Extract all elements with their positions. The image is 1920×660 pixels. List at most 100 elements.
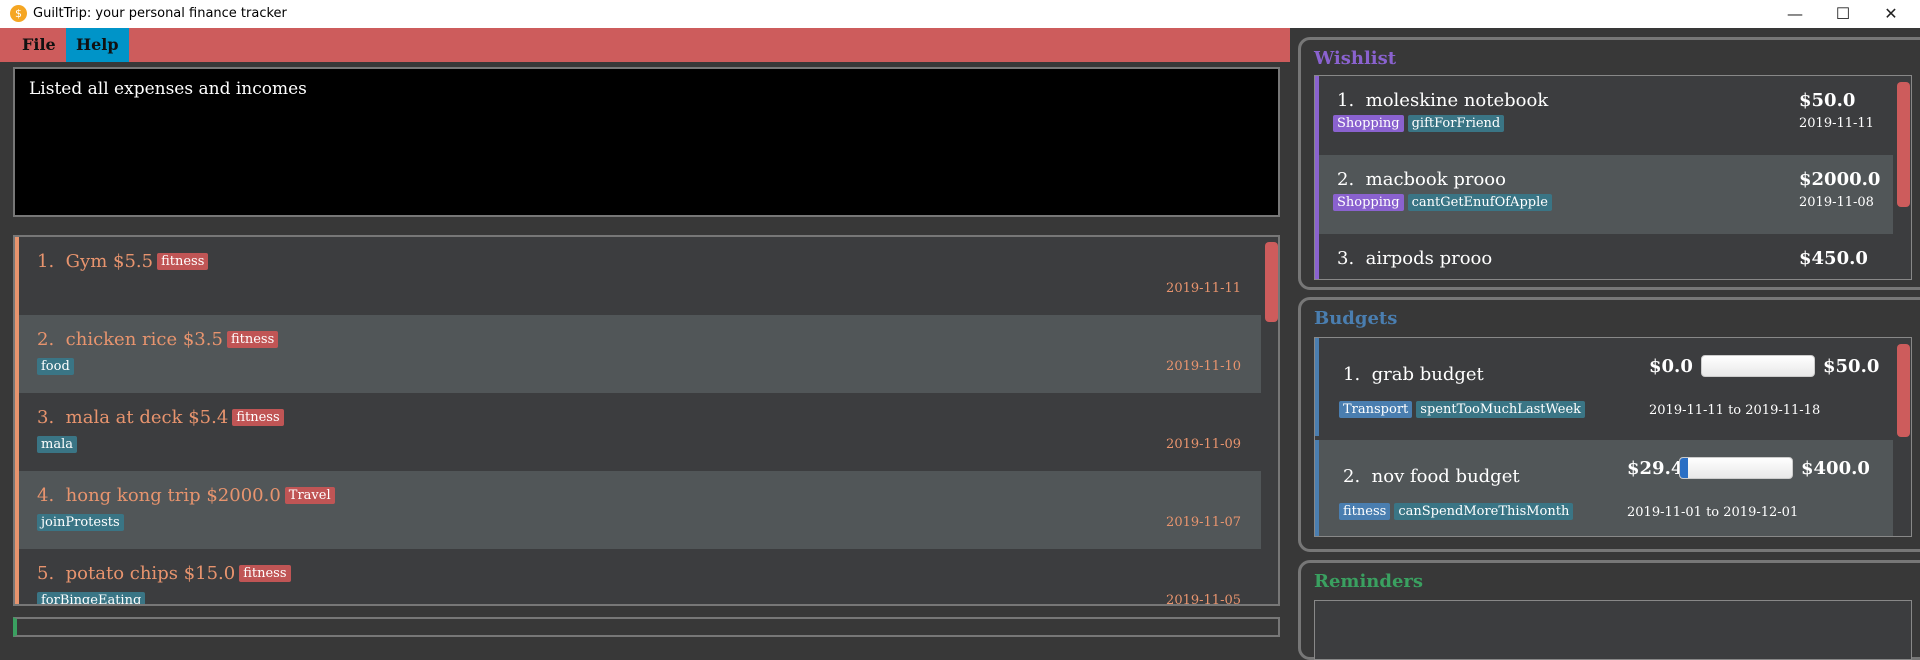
category-tag: fitness [226, 331, 279, 348]
category-tag: fitness [157, 253, 209, 270]
menu-bar: File Help [0, 28, 1290, 62]
entry-description: chicken rice [65, 329, 178, 350]
entry-tags: mala [33, 435, 77, 454]
entry-row[interactable]: 3. mala at deck $5.4 fitness mala 2019-11-0… [15, 393, 1261, 471]
wish-date: 2019-11-08 [1799, 195, 1874, 210]
budget-tags: fitness canSpendMoreThisMonth [1339, 502, 1574, 521]
tag-label: food [37, 358, 74, 375]
wish-amount: $450.0 [1799, 248, 1868, 269]
category-tag: fitness [239, 565, 291, 582]
wishlist-item[interactable]: 1. moleskine notebook $50.0 2019-11-11 Shop… [1315, 76, 1893, 155]
entry-list: 1. Gym $5.5 fitness 2019-11-11 2. chicken r… [13, 235, 1280, 606]
entry-row[interactable]: 5. potato chips $15.0 fitness forBingeEati… [15, 549, 1261, 606]
budget-index: 2. [1343, 466, 1361, 487]
wishlist-item[interactable]: 3. airpods prooo $450.0 [1315, 234, 1893, 279]
tag-label: joinProtests [37, 514, 124, 531]
budget-label: nov food budget [1371, 466, 1520, 487]
wish-name: 1. moleskine notebook [1337, 90, 1548, 111]
budget-name: 1. grab budget [1343, 364, 1484, 385]
entry-index: 1. [37, 251, 55, 272]
entry-heading: 3. mala at deck $5.4 fitness [37, 407, 284, 428]
maximize-button[interactable]: ☐ [1820, 2, 1866, 26]
budget-name: 2. nov food budget [1343, 466, 1520, 487]
wish-tags: Shopping giftForFriend [1333, 114, 1505, 133]
entry-tags: food [33, 357, 74, 376]
category-tag: Shopping [1333, 194, 1404, 211]
wish-label: moleskine notebook [1365, 90, 1549, 111]
entry-tags: joinProtests [33, 513, 124, 532]
menu-file[interactable]: File [12, 28, 66, 62]
category-tag: fitness [232, 409, 284, 426]
budget-item[interactable]: 1. grab budget $0.0 $50.0 Transport spentToo… [1315, 338, 1893, 436]
category-tag: fitness [1339, 503, 1391, 520]
budget-progress-fill [1680, 458, 1689, 478]
wish-amount: $50.0 [1799, 90, 1856, 111]
budget-spent: $29.4 [1627, 458, 1684, 479]
entry-date: 2019-11-05 [1166, 593, 1241, 606]
budget-scrollbar[interactable] [1897, 344, 1910, 437]
reminders-panel: Reminders [1298, 560, 1920, 660]
tag-label: mala [37, 436, 77, 453]
reminder-list [1314, 600, 1912, 660]
close-button[interactable]: ✕ [1868, 2, 1914, 26]
entry-tags: forBingeEating [33, 591, 146, 604]
entry-index: 2. [37, 329, 55, 350]
wish-name: 2. macbook prooo [1337, 169, 1506, 190]
entry-list-scrollbar[interactable] [1265, 242, 1278, 322]
tag-label: forBingeEating [37, 592, 146, 604]
tag-label: spentTooMuchLastWeek [1416, 401, 1586, 418]
entry-index: 3. [37, 407, 55, 428]
entry-heading: 4. hong kong trip $2000.0 Travel [37, 485, 335, 506]
budget-index: 1. [1343, 364, 1361, 385]
wish-amount: $2000.0 [1799, 169, 1881, 190]
budgets-panel: Budgets 1. grab budget $0.0 $50.0 Transport… [1298, 297, 1920, 552]
budget-progress-bar [1679, 457, 1793, 479]
wish-date: 2019-11-11 [1799, 116, 1874, 131]
category-tag: Transport [1339, 401, 1413, 418]
entry-heading: 5. potato chips $15.0 fitness [37, 563, 291, 584]
window-controls: — ☐ ✕ [1772, 0, 1920, 28]
budget-limit: $50.0 [1823, 356, 1880, 377]
entry-heading: 2. chicken rice $3.5 fitness [37, 329, 279, 350]
budget-period: 2019-11-01 to 2019-12-01 [1627, 505, 1799, 520]
tag-label: cantGetEnufOfApple [1407, 194, 1552, 211]
wish-index: 1. [1337, 90, 1355, 111]
entry-index: 4. [37, 485, 55, 506]
entry-row[interactable]: 1. Gym $5.5 fitness 2019-11-11 [15, 237, 1261, 315]
secondary-list [13, 617, 1280, 637]
entry-amount: $5.4 [188, 407, 229, 428]
entry-description: Gym [65, 251, 108, 272]
wishlist-item[interactable]: 2. macbook prooo $2000.0 2019-11-08 Shoppin… [1315, 155, 1893, 234]
entry-row[interactable]: 4. hong kong trip $2000.0 Travel joinProte… [15, 471, 1261, 549]
budget-label: grab budget [1371, 364, 1484, 385]
budget-item[interactable]: 2. nov food budget $29.4 $400.0 fitness canS… [1315, 440, 1893, 536]
wish-label: macbook prooo [1365, 169, 1506, 190]
wishlist-list: 1. moleskine notebook $50.0 2019-11-11 Shop… [1314, 75, 1912, 280]
budget-spent: $0.0 [1649, 356, 1693, 377]
result-display: Listed all expenses and incomes [13, 67, 1280, 217]
entry-row[interactable]: 2. chicken rice $3.5 fitness food 2019-11-1… [15, 315, 1261, 393]
budget-tags: Transport spentTooMuchLastWeek [1339, 400, 1586, 419]
wish-tags: Shopping cantGetEnufOfApple [1333, 193, 1552, 212]
wishlist-panel: Wishlist 1. moleskine notebook $50.0 2019-… [1298, 37, 1920, 290]
entry-date: 2019-11-07 [1166, 515, 1241, 530]
entry-amount: $5.5 [113, 251, 154, 272]
entry-description: mala at deck [65, 407, 183, 428]
entry-amount: $2000.0 [206, 485, 281, 506]
minimize-button[interactable]: — [1772, 2, 1818, 26]
wish-label: airpods prooo [1365, 248, 1493, 269]
entry-description: hong kong trip [65, 485, 201, 506]
budget-list: 1. grab budget $0.0 $50.0 Transport spentToo… [1314, 337, 1912, 537]
entry-date: 2019-11-09 [1166, 437, 1241, 452]
menu-help[interactable]: Help [66, 28, 129, 62]
wish-index: 3. [1337, 248, 1355, 269]
budget-progress-bar [1701, 355, 1815, 377]
wishlist-scrollbar[interactable] [1897, 82, 1910, 207]
entry-heading: 1. Gym $5.5 fitness [37, 251, 209, 272]
title-bar: $ GuiltTrip: your personal finance track… [0, 0, 1920, 28]
reminders-title: Reminders [1314, 571, 1424, 592]
entry-amount: $15.0 [183, 563, 236, 584]
entry-date: 2019-11-11 [1166, 281, 1241, 296]
category-tag: Travel [284, 487, 335, 504]
wish-name: 3. airpods prooo [1337, 248, 1492, 269]
